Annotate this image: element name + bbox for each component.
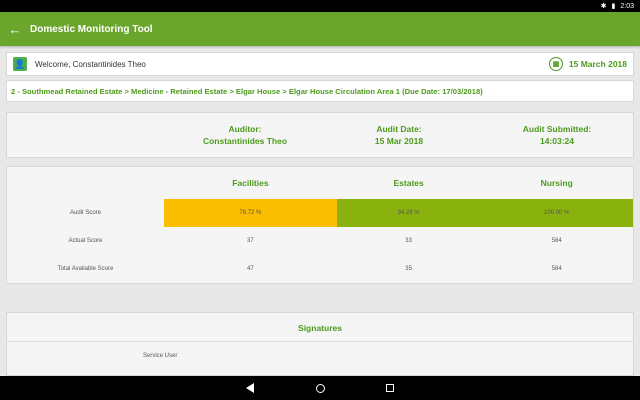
nav-recents-icon (386, 384, 394, 392)
current-date[interactable]: ▦ 15 March 2018 (548, 57, 627, 71)
user-icon: 👤 (13, 57, 27, 71)
bluetooth-icon: ✱ (600, 2, 607, 10)
service-user-label: Service User (143, 353, 178, 359)
scores-table: Facilities Estates Nursing Audit Score 7… (6, 166, 634, 284)
signatures-title: Signatures (298, 323, 342, 333)
audit-submitted-value: 14:03:24 (539, 136, 575, 146)
signatures-divider (7, 341, 633, 342)
facilities-actual-score: 37 (247, 238, 254, 244)
signatures-card: Signatures Service User (6, 312, 634, 376)
nav-home-icon (315, 383, 325, 393)
nav-recents-button[interactable] (381, 379, 399, 397)
welcome-card: 👤 Welcome, Constantinides Theo ▦ 15 Marc… (6, 52, 634, 76)
breadcrumb: 2 - Southmead Retained Estate > Medicine… (6, 80, 634, 102)
current-date-text: 15 March 2018 (568, 59, 627, 69)
app-bar: ← Domestic Monitoring Tool (0, 12, 640, 46)
audit-date-value: 15 Mar 2018 (374, 136, 424, 146)
audit-summary: Auditor: Constantinides Theo Audit Date:… (6, 112, 634, 158)
scores-header-row: Facilities Estates Nursing (7, 167, 633, 199)
row-label: Audit Score (69, 210, 102, 216)
auditor-label: Auditor: (228, 124, 262, 134)
header-blank (7, 167, 164, 199)
audit-date-label: Audit Date: (376, 124, 422, 134)
main-content[interactable]: 👤 Welcome, Constantinides Theo ▦ 15 Marc… (0, 46, 640, 376)
nursing-total-score: 584 (551, 266, 562, 272)
header-facilities: Facilities (232, 178, 269, 188)
nav-back-icon (246, 383, 254, 393)
header-nursing: Nursing (540, 178, 573, 188)
audit-date-info: Audit Date: 15 Mar 2018 (319, 123, 479, 147)
nav-back-button[interactable] (241, 379, 259, 397)
app-title: Domestic Monitoring Tool (30, 23, 153, 35)
estates-total-score: 35 (405, 266, 412, 272)
row-label: Total Available Score (57, 266, 114, 272)
table-row: Actual Score 37 33 584 (7, 227, 633, 255)
nursing-audit-score: 100.00 % (480, 199, 633, 227)
audit-submitted-info: Audit Submitted: 14:03:24 (477, 123, 637, 147)
audit-submitted-label: Audit Submitted: (522, 124, 592, 134)
battery-icon: ▮ (611, 2, 616, 10)
auditor-value: Constantinides Theo (202, 136, 288, 146)
row-label: Actual Score (68, 238, 103, 244)
calendar-icon[interactable]: ▦ (548, 57, 563, 71)
welcome-text: Welcome, Constantinides Theo (35, 59, 146, 69)
facilities-total-score: 47 (247, 266, 254, 272)
table-row: Total Available Score 47 35 584 (7, 255, 633, 283)
android-nav-bar (0, 376, 640, 400)
status-bar: ✱ ▮ 2:03 (0, 0, 640, 12)
back-arrow-icon[interactable]: ← (0, 12, 30, 46)
table-row: Audit Score 78.72 % 94.29 % 100.00 % (7, 199, 633, 227)
estates-audit-score: 94.29 % (336, 199, 481, 227)
nursing-actual-score: 584 (551, 238, 562, 244)
nav-home-button[interactable] (311, 379, 329, 397)
estates-actual-score: 33 (405, 238, 412, 244)
header-estates: Estates (393, 178, 424, 188)
facilities-audit-score: 78.72 % (164, 199, 337, 227)
auditor-info: Auditor: Constantinides Theo (165, 123, 325, 147)
status-time: 2:03 (620, 2, 634, 10)
